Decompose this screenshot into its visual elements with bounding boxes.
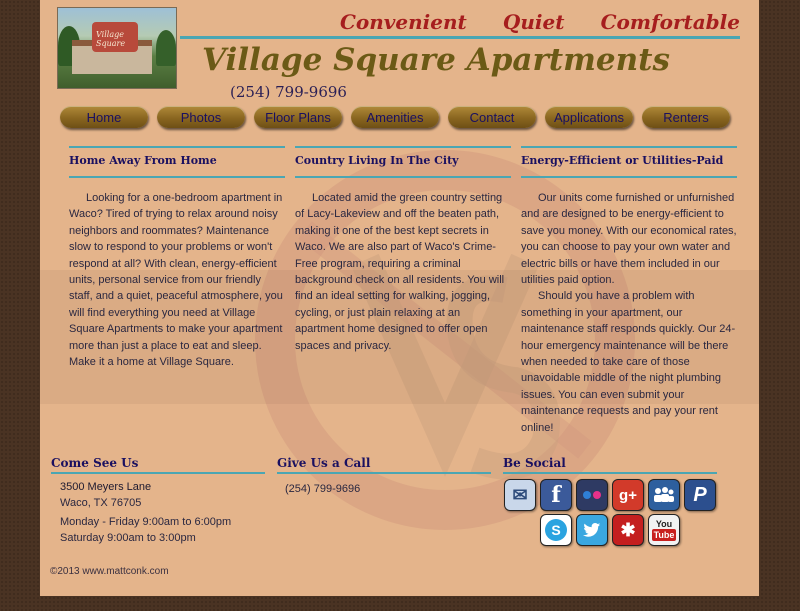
email-icon[interactable]: ✉ — [504, 479, 536, 511]
nav-home[interactable]: Home — [60, 106, 148, 128]
come-see-us-heading: Come See Us — [51, 456, 265, 474]
address: 3500 Meyers Lane Waco, TX 76705 — [60, 479, 151, 511]
column-home-away: Home Away From Home Looking for a one-be… — [69, 146, 285, 370]
twitter-icon[interactable] — [576, 514, 608, 546]
footer-phone[interactable]: (254) 799-9696 — [285, 483, 360, 495]
taglines: Convenient Quiet Comfortable — [340, 10, 740, 34]
header-phone: (254) 799-9696 — [230, 83, 347, 101]
address-city: Waco, TX 76705 — [60, 497, 142, 509]
google-plus-icon[interactable]: g+ — [612, 479, 644, 511]
facebook-icon[interactable]: f — [540, 479, 572, 511]
photo-tree — [156, 30, 176, 66]
column-heading: Energy-Efficient or Utilities-Paid — [521, 146, 737, 178]
youtube-tube: Tube — [651, 529, 677, 541]
youtube-icon[interactable]: You Tube — [648, 514, 680, 546]
photo-sign: Village Square — [92, 22, 138, 52]
nav-photos[interactable]: Photos — [157, 106, 245, 128]
tagline: Quiet — [502, 10, 565, 34]
page-container: Village Square Convenient Quiet Comforta… — [40, 0, 759, 596]
address-street: 3500 Meyers Lane — [60, 481, 152, 493]
tagline-divider — [180, 36, 740, 39]
social-heading: Be Social — [503, 456, 717, 474]
paragraph: Looking for a one-bedroom apartment in W… — [69, 192, 283, 369]
hours-saturday: Saturday 9:00am to 3:00pm — [60, 532, 196, 544]
nav-contact[interactable]: Contact — [448, 106, 536, 128]
paypal-icon[interactable]: P — [684, 479, 716, 511]
column-country-living: Country Living In The City Located amid … — [295, 146, 511, 354]
column-body: Our units come furnished or unfurnished … — [521, 190, 737, 436]
call-heading: Give Us a Call — [277, 456, 491, 474]
tagline: Convenient — [340, 10, 467, 34]
nav-applications[interactable]: Applications — [545, 106, 633, 128]
office-hours: Monday - Friday 9:00am to 6:00pm Saturda… — [60, 514, 231, 546]
hours-weekday: Monday - Friday 9:00am to 6:00pm — [60, 516, 232, 528]
site-title: Village Square Apartments — [202, 42, 670, 78]
nav-floor-plans[interactable]: Floor Plans — [254, 106, 342, 128]
skype-icon[interactable]: S — [540, 514, 572, 546]
column-heading: Country Living In The City — [295, 146, 511, 178]
paragraph: Located amid the green country setting o… — [295, 192, 505, 352]
paragraph: Should you have a problem with something… — [521, 290, 736, 434]
column-body: Located amid the green country setting o… — [295, 190, 511, 354]
skype-icon-glyph: S — [545, 519, 567, 541]
logo-photo[interactable]: Village Square — [57, 7, 177, 89]
yelp-icon[interactable]: ✱ — [612, 514, 644, 546]
tagline: Comfortable — [600, 10, 740, 34]
column-heading: Home Away From Home — [69, 146, 285, 178]
flickr-icon[interactable] — [576, 479, 608, 511]
paragraph: Our units come furnished or unfurnished … — [521, 192, 737, 287]
nav-renters[interactable]: Renters — [642, 106, 730, 128]
photo-sign-text: Village Square — [96, 30, 126, 48]
copyright: ©2013 www.mattconk.com — [50, 566, 169, 577]
myspace-icon[interactable] — [648, 479, 680, 511]
main-nav: Home Photos Floor Plans Amenities Contac… — [58, 106, 748, 128]
column-body: Looking for a one-bedroom apartment in W… — [69, 190, 285, 370]
nav-amenities[interactable]: Amenities — [351, 106, 439, 128]
column-energy-efficient: Energy-Efficient or Utilities-Paid Our u… — [521, 146, 737, 436]
youtube-you: You — [655, 519, 673, 529]
